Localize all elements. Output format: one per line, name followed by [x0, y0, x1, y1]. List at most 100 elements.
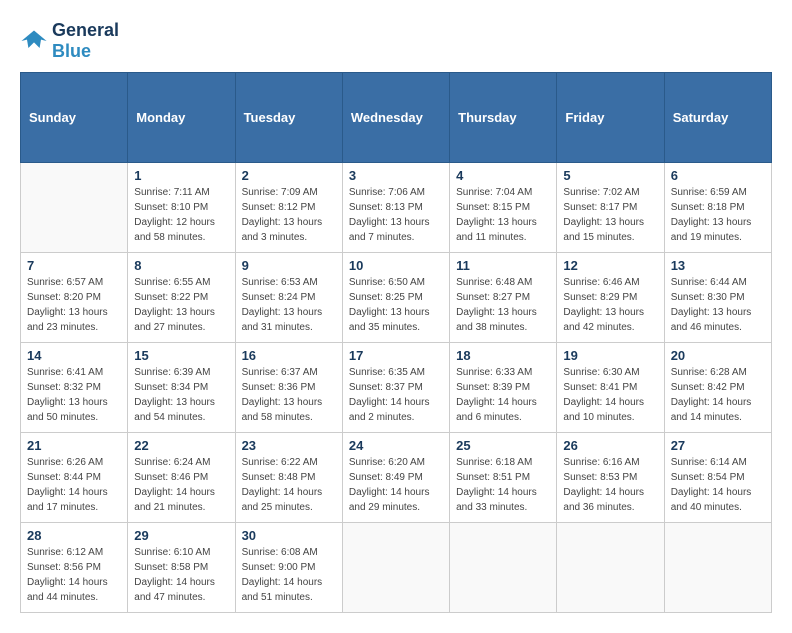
day-number: 11: [456, 258, 550, 273]
day-info: Sunrise: 6:18 AMSunset: 8:51 PMDaylight:…: [456, 455, 550, 515]
calendar-cell: 8 Sunrise: 6:55 AMSunset: 8:22 PMDaylight…: [128, 253, 235, 343]
calendar-cell: 27 Sunrise: 6:14 AMSunset: 8:54 PMDayligh…: [664, 433, 771, 523]
calendar-cell: 15 Sunrise: 6:39 AMSunset: 8:34 PMDayligh…: [128, 343, 235, 433]
day-info: Sunrise: 6:55 AMSunset: 8:22 PMDaylight:…: [134, 275, 228, 335]
day-number: 9: [242, 258, 336, 273]
day-info: Sunrise: 6:14 AMSunset: 8:54 PMDaylight:…: [671, 455, 765, 515]
calendar-cell: 7 Sunrise: 6:57 AMSunset: 8:20 PMDaylight…: [21, 253, 128, 343]
calendar-cell: 23 Sunrise: 6:22 AMSunset: 8:48 PMDayligh…: [235, 433, 342, 523]
day-info: Sunrise: 6:24 AMSunset: 8:46 PMDaylight:…: [134, 455, 228, 515]
day-info: Sunrise: 6:53 AMSunset: 8:24 PMDaylight:…: [242, 275, 336, 335]
calendar-cell: [664, 523, 771, 613]
day-number: 4: [456, 168, 550, 183]
calendar-cell: 11 Sunrise: 6:48 AMSunset: 8:27 PMDayligh…: [450, 253, 557, 343]
day-number: 8: [134, 258, 228, 273]
calendar-cell: 25 Sunrise: 6:18 AMSunset: 8:51 PMDayligh…: [450, 433, 557, 523]
calendar-cell: 19 Sunrise: 6:30 AMSunset: 8:41 PMDayligh…: [557, 343, 664, 433]
day-number: 27: [671, 438, 765, 453]
day-info: Sunrise: 7:06 AMSunset: 8:13 PMDaylight:…: [349, 185, 443, 245]
calendar-cell: 28 Sunrise: 6:12 AMSunset: 8:56 PMDayligh…: [21, 523, 128, 613]
day-number: 1: [134, 168, 228, 183]
day-info: Sunrise: 6:16 AMSunset: 8:53 PMDaylight:…: [563, 455, 657, 515]
day-info: Sunrise: 6:35 AMSunset: 8:37 PMDaylight:…: [349, 365, 443, 425]
day-info: Sunrise: 7:04 AMSunset: 8:15 PMDaylight:…: [456, 185, 550, 245]
calendar-cell: 9 Sunrise: 6:53 AMSunset: 8:24 PMDaylight…: [235, 253, 342, 343]
calendar-cell: 30 Sunrise: 6:08 AMSunset: 9:00 PMDayligh…: [235, 523, 342, 613]
calendar-cell: 13 Sunrise: 6:44 AMSunset: 8:30 PMDayligh…: [664, 253, 771, 343]
day-info: Sunrise: 6:59 AMSunset: 8:18 PMDaylight:…: [671, 185, 765, 245]
logo-icon: [20, 27, 48, 55]
day-number: 12: [563, 258, 657, 273]
calendar-cell: 26 Sunrise: 6:16 AMSunset: 8:53 PMDayligh…: [557, 433, 664, 523]
day-info: Sunrise: 7:09 AMSunset: 8:12 PMDaylight:…: [242, 185, 336, 245]
day-info: Sunrise: 6:50 AMSunset: 8:25 PMDaylight:…: [349, 275, 443, 335]
day-info: Sunrise: 6:20 AMSunset: 8:49 PMDaylight:…: [349, 455, 443, 515]
day-info: Sunrise: 6:12 AMSunset: 8:56 PMDaylight:…: [27, 545, 121, 605]
calendar-cell: [342, 523, 449, 613]
day-info: Sunrise: 6:39 AMSunset: 8:34 PMDaylight:…: [134, 365, 228, 425]
calendar-cell: 20 Sunrise: 6:28 AMSunset: 8:42 PMDayligh…: [664, 343, 771, 433]
calendar-cell: 17 Sunrise: 6:35 AMSunset: 8:37 PMDayligh…: [342, 343, 449, 433]
day-info: Sunrise: 6:26 AMSunset: 8:44 PMDaylight:…: [27, 455, 121, 515]
day-number: 3: [349, 168, 443, 183]
day-info: Sunrise: 6:46 AMSunset: 8:29 PMDaylight:…: [563, 275, 657, 335]
day-number: 24: [349, 438, 443, 453]
day-number: 29: [134, 528, 228, 543]
day-info: Sunrise: 6:30 AMSunset: 8:41 PMDaylight:…: [563, 365, 657, 425]
calendar-cell: 12 Sunrise: 6:46 AMSunset: 8:29 PMDayligh…: [557, 253, 664, 343]
calendar-cell: 5 Sunrise: 7:02 AMSunset: 8:17 PMDaylight…: [557, 163, 664, 253]
day-info: Sunrise: 6:57 AMSunset: 8:20 PMDaylight:…: [27, 275, 121, 335]
day-number: 6: [671, 168, 765, 183]
calendar-cell: 22 Sunrise: 6:24 AMSunset: 8:46 PMDayligh…: [128, 433, 235, 523]
calendar-cell: 4 Sunrise: 7:04 AMSunset: 8:15 PMDaylight…: [450, 163, 557, 253]
calendar-cell: [21, 163, 128, 253]
calendar-table: SundayMondayTuesdayWednesdayThursdayFrid…: [20, 72, 772, 613]
day-number: 15: [134, 348, 228, 363]
weekday-header-friday: Friday: [557, 73, 664, 163]
weekday-header-saturday: Saturday: [664, 73, 771, 163]
day-number: 14: [27, 348, 121, 363]
day-number: 22: [134, 438, 228, 453]
day-info: Sunrise: 6:08 AMSunset: 9:00 PMDaylight:…: [242, 545, 336, 605]
day-number: 26: [563, 438, 657, 453]
day-number: 25: [456, 438, 550, 453]
calendar-cell: 10 Sunrise: 6:50 AMSunset: 8:25 PMDayligh…: [342, 253, 449, 343]
day-info: Sunrise: 6:10 AMSunset: 8:58 PMDaylight:…: [134, 545, 228, 605]
day-info: Sunrise: 6:41 AMSunset: 8:32 PMDaylight:…: [27, 365, 121, 425]
calendar-cell: 1 Sunrise: 7:11 AMSunset: 8:10 PMDaylight…: [128, 163, 235, 253]
day-info: Sunrise: 6:44 AMSunset: 8:30 PMDaylight:…: [671, 275, 765, 335]
day-info: Sunrise: 6:28 AMSunset: 8:42 PMDaylight:…: [671, 365, 765, 425]
day-number: 30: [242, 528, 336, 543]
day-info: Sunrise: 6:48 AMSunset: 8:27 PMDaylight:…: [456, 275, 550, 335]
calendar-cell: [557, 523, 664, 613]
day-number: 5: [563, 168, 657, 183]
day-number: 28: [27, 528, 121, 543]
day-number: 17: [349, 348, 443, 363]
day-info: Sunrise: 6:37 AMSunset: 8:36 PMDaylight:…: [242, 365, 336, 425]
day-number: 18: [456, 348, 550, 363]
calendar-cell: 29 Sunrise: 6:10 AMSunset: 8:58 PMDayligh…: [128, 523, 235, 613]
logo-text: General Blue: [52, 20, 119, 62]
logo: General Blue: [20, 20, 119, 62]
weekday-header-monday: Monday: [128, 73, 235, 163]
day-info: Sunrise: 6:22 AMSunset: 8:48 PMDaylight:…: [242, 455, 336, 515]
day-number: 20: [671, 348, 765, 363]
calendar-cell: 16 Sunrise: 6:37 AMSunset: 8:36 PMDayligh…: [235, 343, 342, 433]
day-number: 19: [563, 348, 657, 363]
page-header: General Blue: [20, 20, 772, 62]
weekday-header-sunday: Sunday: [21, 73, 128, 163]
day-number: 23: [242, 438, 336, 453]
day-info: Sunrise: 7:02 AMSunset: 8:17 PMDaylight:…: [563, 185, 657, 245]
calendar-cell: 2Sunrise: 7:09 AMSunset: 8:12 PMDaylight…: [235, 163, 342, 253]
calendar-cell: 21 Sunrise: 6:26 AMSunset: 8:44 PMDayligh…: [21, 433, 128, 523]
day-number: 21: [27, 438, 121, 453]
day-number: 13: [671, 258, 765, 273]
calendar-cell: 14 Sunrise: 6:41 AMSunset: 8:32 PMDayligh…: [21, 343, 128, 433]
calendar-cell: 6 Sunrise: 6:59 AMSunset: 8:18 PMDaylight…: [664, 163, 771, 253]
calendar-cell: 24 Sunrise: 6:20 AMSunset: 8:49 PMDayligh…: [342, 433, 449, 523]
day-info: Sunrise: 7:11 AMSunset: 8:10 PMDaylight:…: [134, 185, 228, 245]
day-number: 7: [27, 258, 121, 273]
day-number: 10: [349, 258, 443, 273]
calendar-cell: [450, 523, 557, 613]
day-number: 16: [242, 348, 336, 363]
